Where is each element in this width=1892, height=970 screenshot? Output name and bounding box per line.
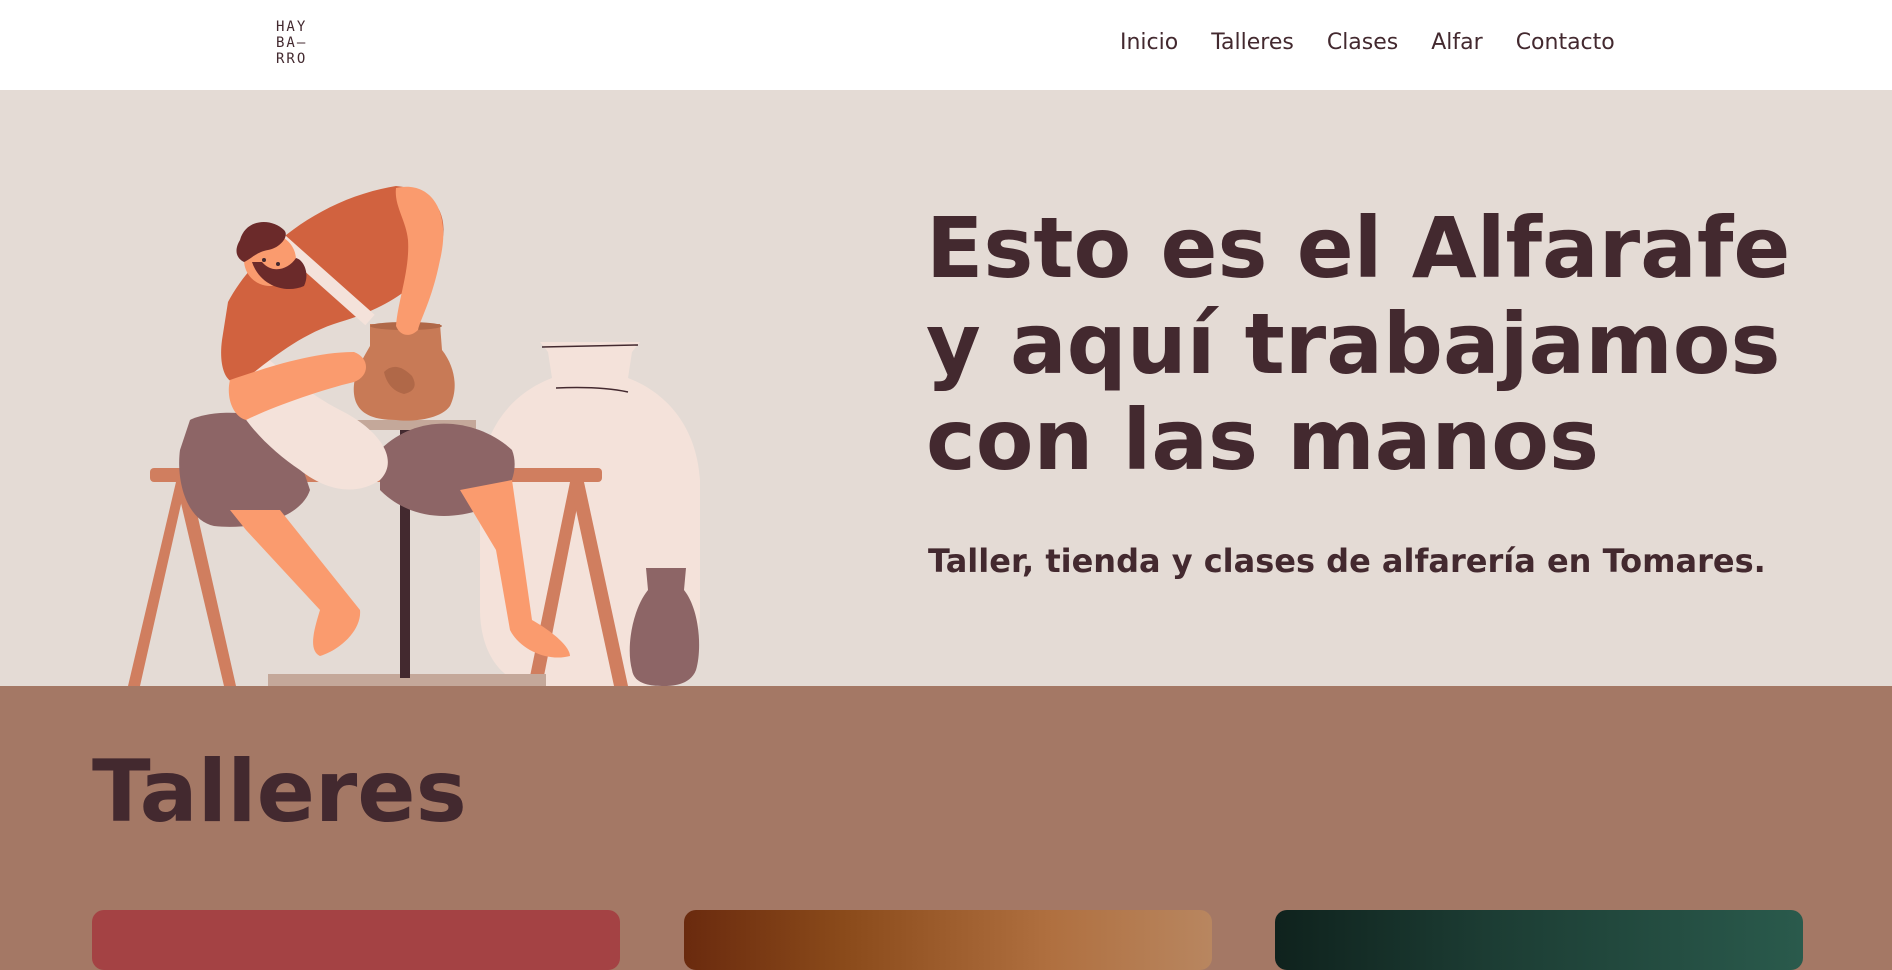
site-logo[interactable]: HAY BA– RRO	[276, 19, 326, 67]
hero-title: Esto es el Alfarafe y aquí trabajamos co…	[926, 200, 1826, 488]
hero-subtitle: Taller, tienda y clases de alfarería en …	[928, 542, 1766, 580]
potter-illustration	[128, 186, 700, 686]
logo-line-1: HAY	[276, 19, 308, 35]
potter-left-leg	[230, 510, 361, 656]
taller-card-3[interactable]	[1275, 910, 1803, 970]
logo-line-2: BA–	[276, 35, 308, 51]
nav-link-talleres[interactable]: Talleres	[1211, 28, 1294, 58]
hero-title-line-2: y aquí trabajamos	[926, 295, 1781, 393]
taller-card-1[interactable]	[92, 910, 620, 970]
nav-link-contacto[interactable]: Contacto	[1516, 28, 1615, 58]
nav-link-alfar[interactable]: Alfar	[1431, 28, 1482, 58]
main-nav: Inicio Talleres Clases Alfar Contacto	[1120, 28, 1615, 58]
hero-title-line-1: Esto es el Alfarafe	[926, 199, 1791, 297]
talleres-section: Talleres	[0, 686, 1892, 970]
logo-line-3: RRO	[276, 51, 308, 67]
site-header: HAY BA– RRO Inicio Talleres Clases Alfar…	[0, 0, 1892, 90]
hero-title-line-3: con las manos	[926, 391, 1599, 489]
hero-section: Esto es el Alfarafe y aquí trabajamos co…	[0, 90, 1892, 686]
taller-card-2[interactable]	[684, 910, 1212, 970]
nav-link-inicio[interactable]: Inicio	[1120, 28, 1178, 58]
talleres-title: Talleres	[92, 742, 467, 842]
nav-link-clases[interactable]: Clases	[1327, 28, 1398, 58]
